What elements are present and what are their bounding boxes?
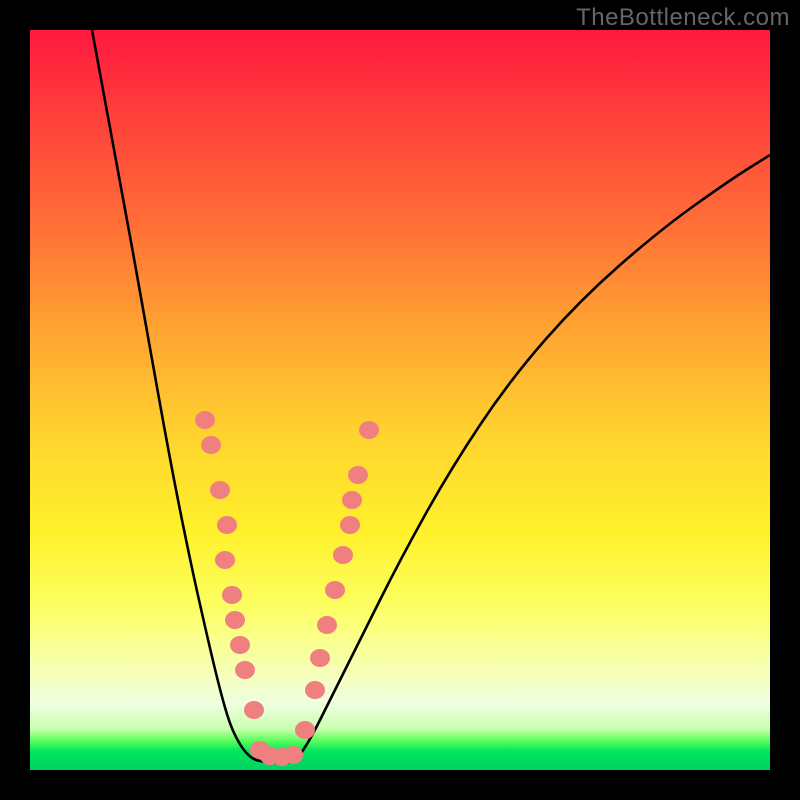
data-marker xyxy=(201,436,221,454)
plot-area xyxy=(30,30,770,770)
data-marker xyxy=(225,611,245,629)
data-marker xyxy=(217,516,237,534)
data-marker xyxy=(333,546,353,564)
marker-group xyxy=(195,411,379,766)
data-marker xyxy=(348,466,368,484)
data-marker xyxy=(235,661,255,679)
data-marker xyxy=(295,721,315,739)
data-marker xyxy=(215,551,235,569)
data-marker xyxy=(244,701,264,719)
curve-svg xyxy=(30,30,770,770)
data-marker xyxy=(359,421,379,439)
data-marker xyxy=(325,581,345,599)
watermark-text: TheBottleneck.com xyxy=(576,4,790,32)
data-marker xyxy=(340,516,360,534)
data-marker xyxy=(210,481,230,499)
chart-frame: TheBottleneck.com xyxy=(0,0,800,800)
data-marker xyxy=(283,746,303,764)
data-marker xyxy=(305,681,325,699)
data-marker xyxy=(195,411,215,429)
bottleneck-curve xyxy=(92,30,770,763)
data-marker xyxy=(342,491,362,509)
data-marker xyxy=(317,616,337,634)
data-marker xyxy=(222,586,242,604)
data-marker xyxy=(310,649,330,667)
data-marker xyxy=(230,636,250,654)
